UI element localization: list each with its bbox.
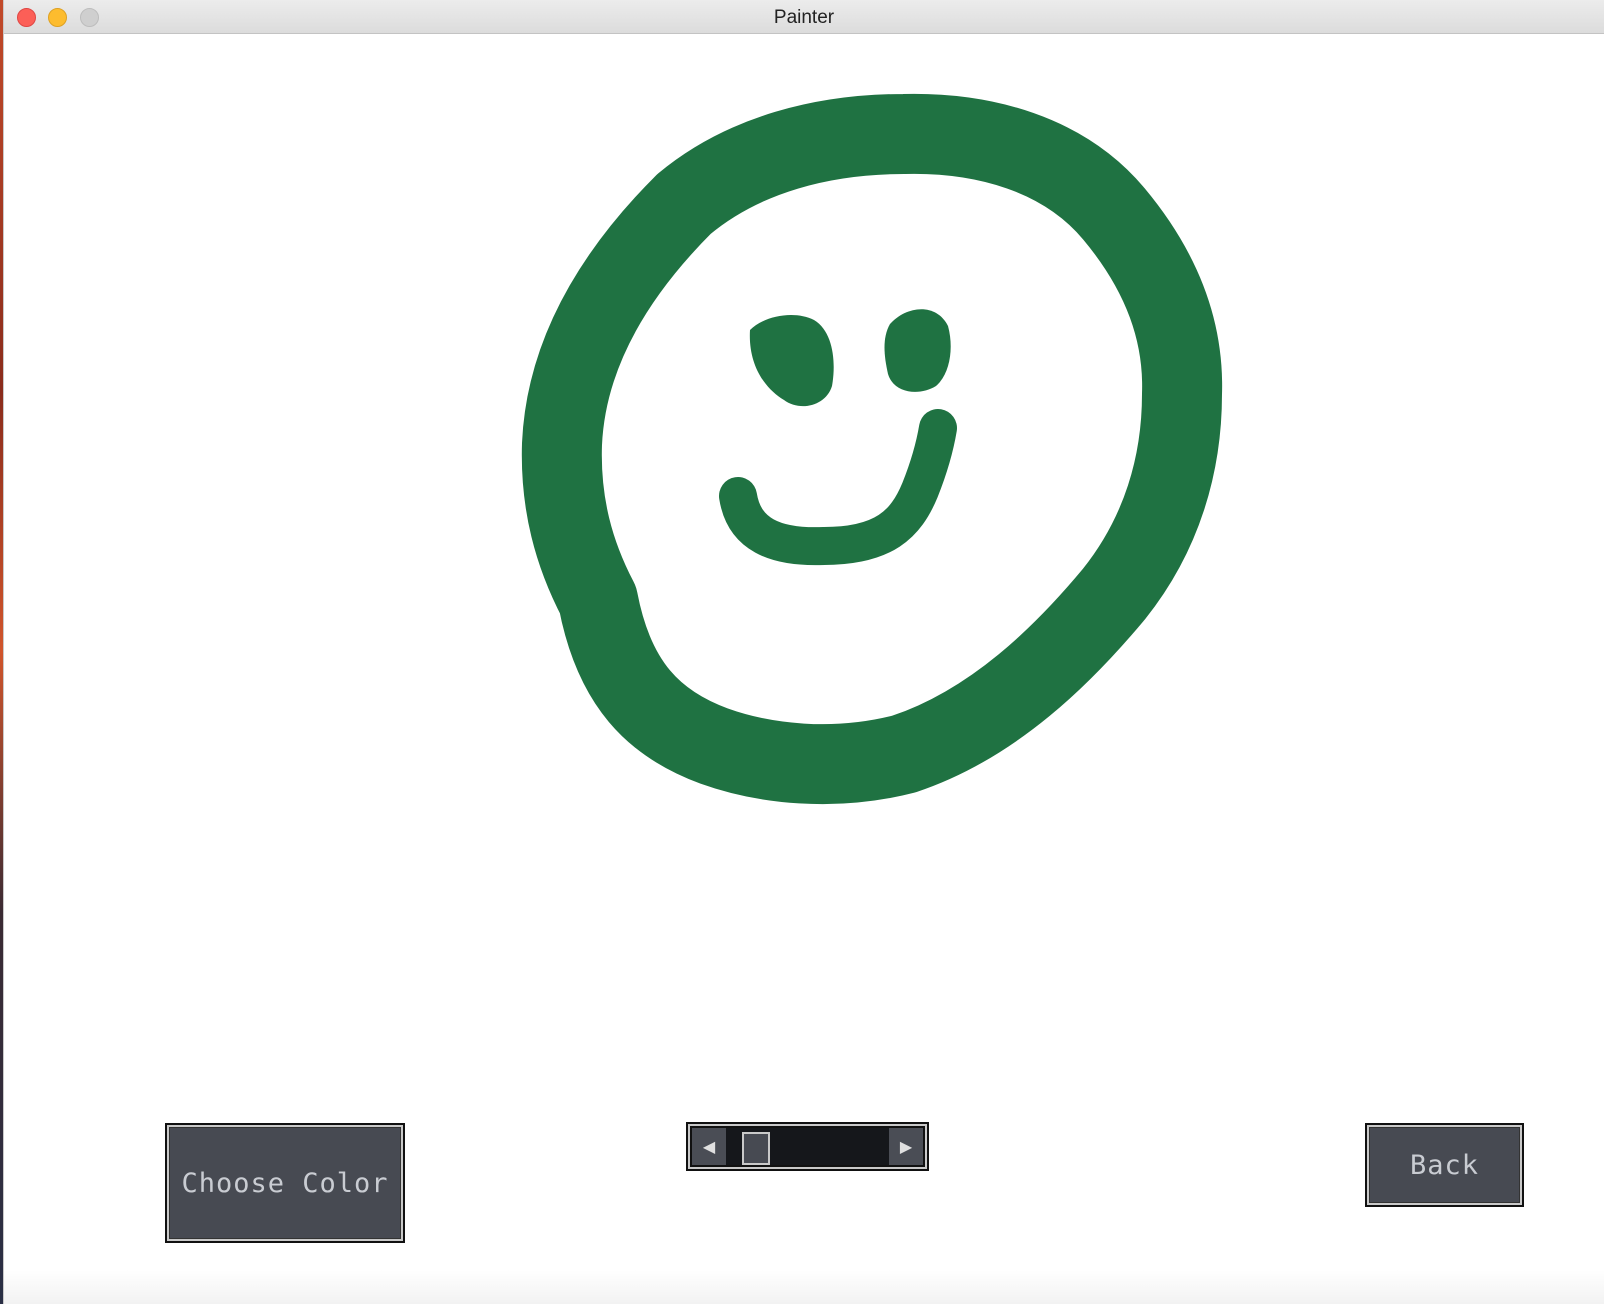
back-label: Back <box>1409 1149 1480 1181</box>
choose-color-button[interactable]: Choose Color <box>165 1123 405 1243</box>
choose-color-label: Choose Color <box>181 1167 389 1199</box>
window-footer <box>4 1270 1604 1304</box>
triangle-left-icon[interactable]: ◀ <box>692 1128 726 1165</box>
painter-window: Painter Choose Color ◀ ▶ Back <box>4 0 1604 1304</box>
triangle-right-icon[interactable]: ▶ <box>889 1128 923 1165</box>
brush-size-slider[interactable]: ◀ ▶ <box>686 1122 929 1171</box>
window-title: Painter <box>773 7 835 28</box>
slider-thumb[interactable] <box>742 1132 770 1165</box>
right-eye <box>884 309 951 392</box>
smiley-face-drawing <box>521 93 1223 805</box>
slider-track[interactable] <box>726 1128 889 1165</box>
drawing-canvas[interactable] <box>4 34 1604 1270</box>
head-stroke <box>521 93 1223 805</box>
mouth-stroke <box>719 409 957 566</box>
left-eye <box>749 315 834 407</box>
title-bar: Painter <box>4 0 1604 34</box>
back-button[interactable]: Back <box>1365 1123 1524 1207</box>
